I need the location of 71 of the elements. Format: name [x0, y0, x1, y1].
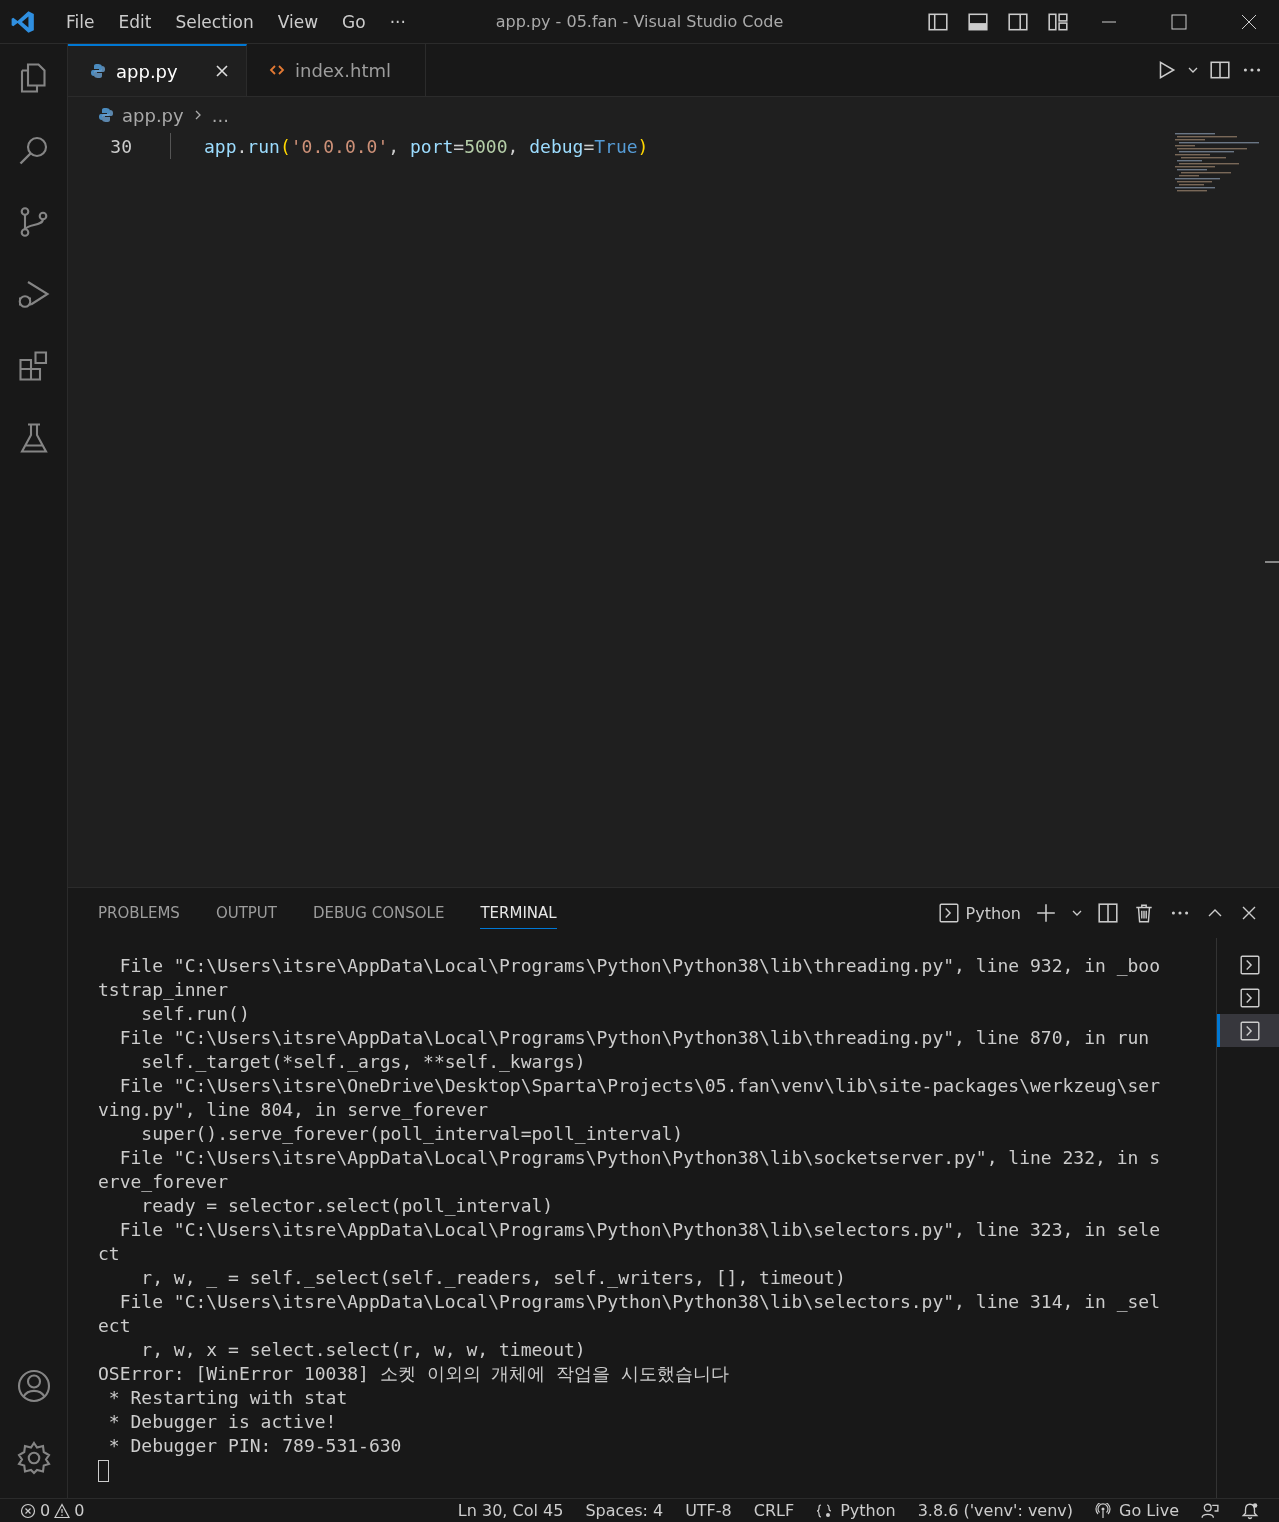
- breadcrumb-item[interactable]: ...: [211, 104, 229, 126]
- split-editor-icon[interactable]: [1209, 59, 1231, 81]
- terminal-line: File "C:\Users\itsre\AppData\Local\Programs\Python\Python38\lib\socketserver.py", line 232, in s: [118, 1146, 1162, 1170]
- split-terminal-icon[interactable]: [1097, 902, 1119, 924]
- account-icon[interactable]: [15, 1368, 52, 1404]
- terminal-line: ct: [98, 1242, 121, 1266]
- close-icon[interactable]: [214, 63, 230, 79]
- problems-status[interactable]: 0 0: [0, 1501, 85, 1520]
- status-item[interactable]: Python: [840, 1501, 896, 1520]
- menu-item[interactable]: Selection: [163, 11, 266, 32]
- warning-count: 0: [74, 1501, 85, 1520]
- terminal-line: r, w, x = select.select(r, w, w, timeout): [140, 1338, 587, 1362]
- panel-tab[interactable]: TERMINAL: [480, 897, 557, 929]
- terminal-line: r, w, _ = self._select(self._readers, self._writers, [], timeout): [140, 1266, 847, 1290]
- menu-item[interactable]: File: [54, 11, 107, 32]
- error-count: 0: [40, 1501, 51, 1520]
- menu-item[interactable]: View: [265, 11, 331, 32]
- terminal-line: * Restarting with stat: [107, 1386, 349, 1410]
- terminal-line: * Debugger PIN: 789-531-630: [107, 1434, 403, 1458]
- status-item[interactable]: Go Live: [1119, 1501, 1179, 1520]
- terminal-cursor: [98, 1460, 109, 1482]
- breadcrumb-item[interactable]: app.py: [122, 104, 184, 126]
- line-number: 30: [109, 135, 132, 157]
- terminal-line: File "C:\Users\itsre\AppData\Local\Programs\Python\Python38\lib\selectors.py", line 323, in sele: [118, 1218, 1162, 1242]
- terminal-line: super().serve_forever(poll_interval=poll_interval): [140, 1122, 685, 1146]
- terminal-line: self.run(): [140, 1002, 251, 1026]
- status-item[interactable]: 3.8.6 ('venv': venv): [917, 1501, 1074, 1520]
- broadcast-icon: [1095, 1502, 1112, 1519]
- menu-item[interactable]: ···: [377, 11, 418, 32]
- panel-tab[interactable]: DEBUG CONSOLE: [313, 897, 445, 929]
- terminal-line: File "C:\Users\itsre\AppData\Local\Programs\Python\Python38\lib\selectors.py", line 314, in _sel: [118, 1290, 1162, 1314]
- terminal-icon: [1238, 986, 1261, 1009]
- braces-icon: [816, 1502, 833, 1519]
- terminal-line: * Debugger is active!: [107, 1410, 338, 1434]
- terminal-profile[interactable]: Python: [965, 903, 1021, 923]
- panel-tab[interactable]: OUTPUT: [215, 897, 277, 929]
- terminal-icon: [1238, 953, 1261, 976]
- panel-tab[interactable]: PROBLEMS: [98, 897, 180, 929]
- terminal-icon: [1238, 1019, 1261, 1042]
- maximize-icon[interactable]: [1169, 11, 1189, 32]
- settings-icon[interactable]: [15, 1440, 52, 1476]
- terminal-icon: [937, 902, 960, 924]
- window-title: app.py - 05.fan - Visual Studio Code: [495, 12, 784, 31]
- menu-item[interactable]: Edit: [106, 11, 164, 32]
- feedback-icon[interactable]: [1201, 1501, 1219, 1520]
- plus-icon[interactable]: [1035, 902, 1057, 924]
- vscode-logo-icon: [10, 8, 36, 35]
- status-item[interactable]: Spaces: 4: [585, 1501, 664, 1520]
- terminal-line: File "C:\Users\itsre\AppData\Local\Programs\Python\Python38\lib\threading.py", line 870, in run: [118, 1026, 1151, 1050]
- terminal-line: ready = selector.select(poll_interval): [140, 1194, 555, 1218]
- status-item[interactable]: CRLF: [753, 1501, 795, 1520]
- terminal-line: erve_forever: [98, 1170, 230, 1194]
- status-item[interactable]: UTF-8: [685, 1501, 732, 1520]
- terminal-line: File "C:\Users\itsre\OneDrive\Desktop\Sparta\Projects\05.fan\venv\lib\site-packages\werkzeug\ser: [118, 1074, 1162, 1098]
- python-file-icon: [90, 63, 106, 79]
- code-line: app.run('0.0.0.0', port=5000, debug=True): [204, 135, 649, 157]
- terminal-line: tstrap_inner: [98, 978, 230, 1002]
- terminal-line: OSError: [WinError 10038] 소켓 이외의 개체에 작업을 시도했습니다: [98, 1362, 731, 1386]
- editor-tab[interactable]: app.py: [68, 44, 247, 96]
- trash-icon[interactable]: [1133, 902, 1155, 924]
- terminal-line: ect: [98, 1314, 132, 1338]
- terminal-list-item[interactable]: [1217, 1014, 1279, 1047]
- menu-item[interactable]: Go: [330, 11, 378, 32]
- python-file-icon: [98, 107, 114, 123]
- warning-icon: [54, 1502, 71, 1519]
- status-item[interactable]: Ln 30, Col 45: [457, 1501, 564, 1520]
- error-icon: [20, 1502, 36, 1519]
- terminal-line: File "C:\Users\itsre\AppData\Local\Programs\Python\Python38\lib\threading.py", line 932, in _boo: [118, 954, 1162, 978]
- terminal-line: ving.py", line 804, in serve_forever: [98, 1098, 490, 1122]
- notification-bell-icon[interactable]: [1241, 1501, 1259, 1520]
- terminal-line: self._target(*self._args, **self._kwargs): [140, 1050, 587, 1074]
